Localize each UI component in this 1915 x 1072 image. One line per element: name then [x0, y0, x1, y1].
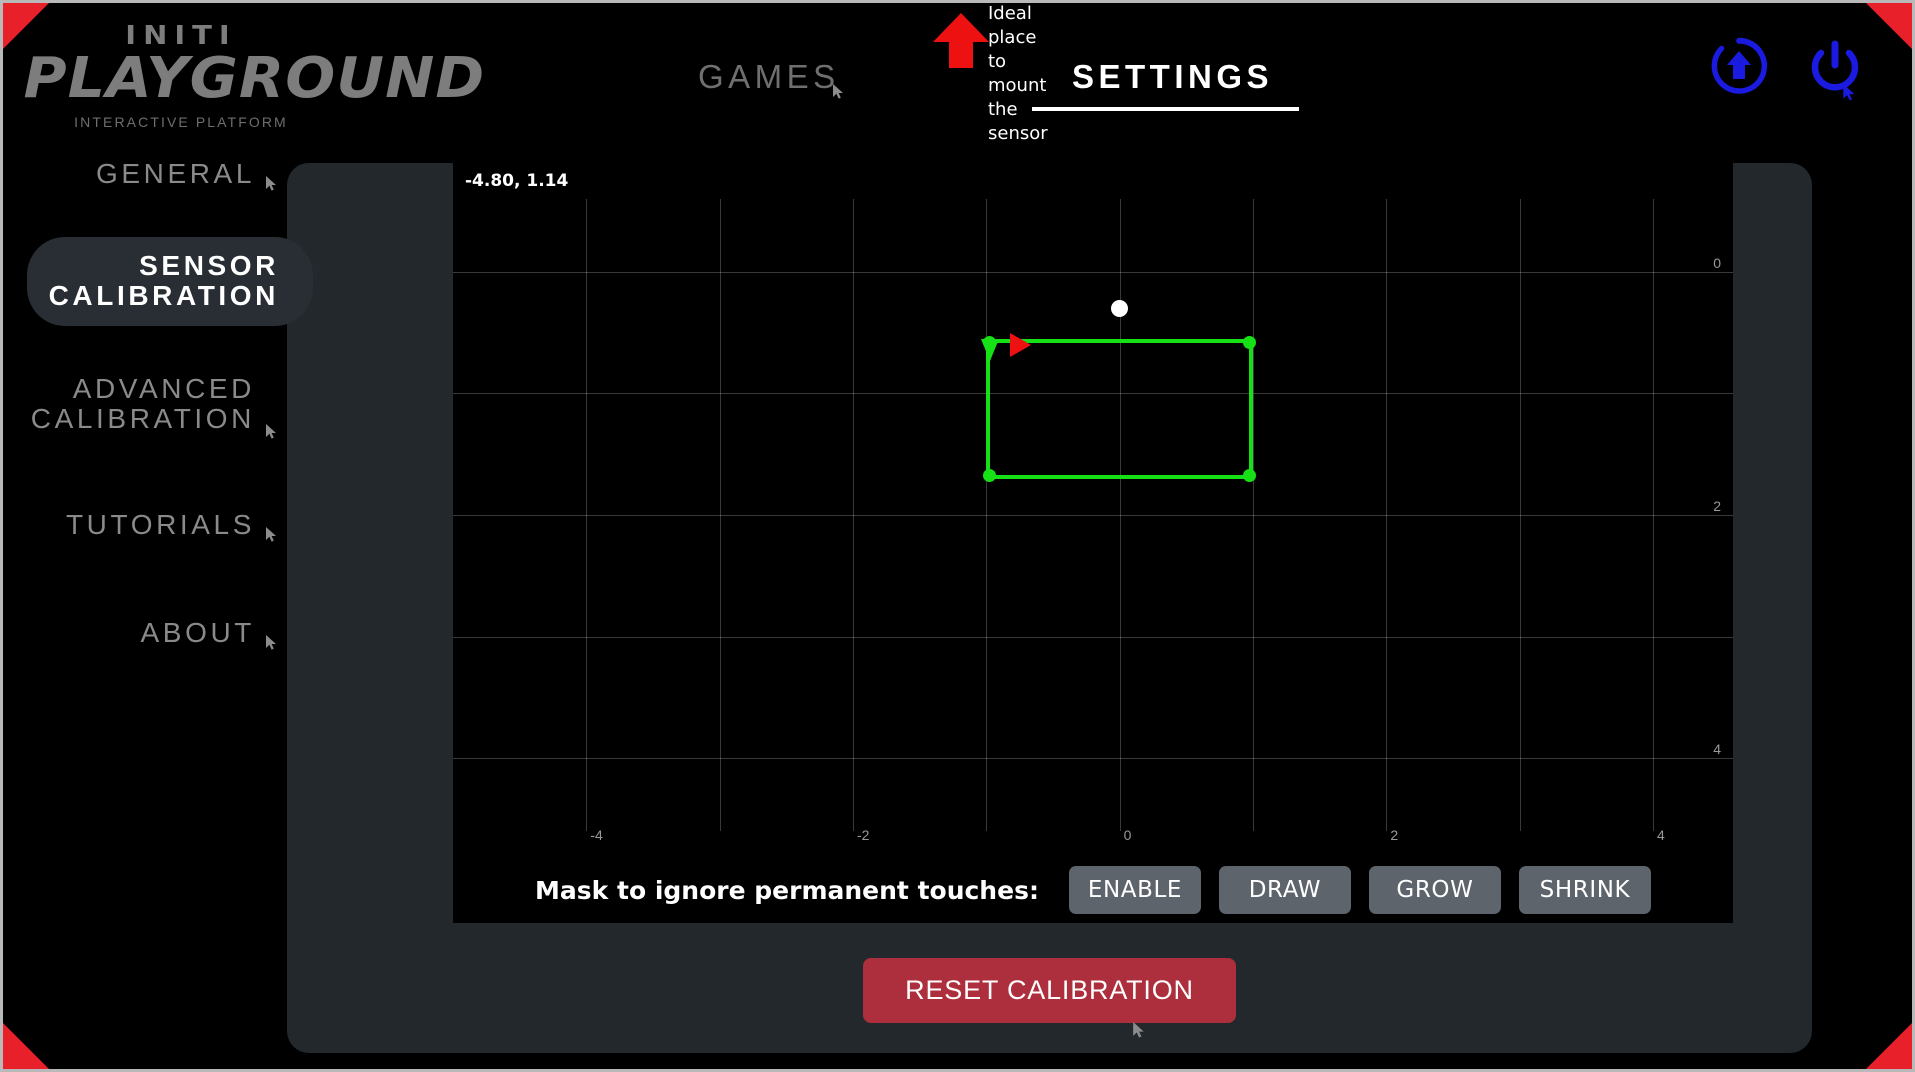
mask-shrink-button[interactable]: SHRINK: [1518, 866, 1651, 914]
cursor-pointer-about-icon: [266, 635, 276, 651]
sidebar-item-advanced-calibration[interactable]: ADVANCED CALIBRATION: [3, 360, 289, 448]
calibration-plot-card: -4.80, 1.14 Mask to ignore permanent tou…: [453, 163, 1733, 923]
y-axis-tick-label: 4: [1713, 741, 1721, 758]
x-axis-tick-label: -2: [857, 827, 870, 843]
header-icon-group: [1710, 37, 1864, 101]
x-axis-tick-label: 2: [1390, 827, 1399, 843]
app-window: INITI PLAYGROUND INTERACTIVE PLATFORM GA…: [0, 0, 1915, 1072]
settings-sidebar: GENERAL SENSOR CALIBRATION ADVANCED CALI…: [3, 153, 313, 663]
sidebar-item-tutorials[interactable]: TUTORIALS: [3, 496, 289, 554]
cursor-pointer-advanced-icon: [266, 423, 276, 439]
reset-button-row: RESET CALIBRATION: [287, 958, 1812, 1038]
cursor-pointer-general-icon: [266, 176, 276, 191]
update-icon[interactable]: [1710, 37, 1768, 95]
sidebar-item-about-label: ABOUT: [140, 617, 255, 649]
mount-sensor-text: Ideal place to mount the sensor: [988, 3, 1048, 144]
gridline-horizontal: [453, 515, 1733, 516]
tab-games[interactable]: GAMES: [698, 58, 840, 96]
calibration-grid[interactable]: [453, 199, 1733, 831]
mask-handle-bottom-left[interactable]: [983, 468, 997, 482]
coordinate-readout: -4.80, 1.14: [465, 171, 569, 191]
mask-handle-bottom-right[interactable]: [1242, 468, 1256, 482]
sidebar-item-general[interactable]: GENERAL: [3, 145, 289, 203]
sidebar-item-advanced-calibration-label: ADVANCED CALIBRATION: [30, 372, 255, 434]
x-axis-tick-label: -4: [590, 827, 603, 843]
reset-calibration-button[interactable]: RESET CALIBRATION: [863, 958, 1236, 1023]
cursor-pointer-tutorials-icon: [266, 527, 276, 542]
corner-accent-top-left: [3, 3, 49, 49]
gridline-horizontal: [453, 758, 1733, 760]
sidebar-item-general-label: GENERAL: [95, 158, 255, 189]
x-axis-tick-label: 0: [1123, 827, 1132, 843]
sidebar-item-tutorials-label: TUTORIALS: [65, 509, 255, 541]
sidebar-item-sensor-calibration-label: SENSOR CALIBRATION: [48, 250, 279, 312]
gridline-horizontal: [453, 271, 1733, 273]
y-axis-tick-label: 2: [1713, 498, 1721, 514]
direction-arrow-y-icon: [981, 338, 1000, 361]
direction-arrow-x-icon: [1010, 332, 1032, 357]
sidebar-item-about[interactable]: ABOUT: [3, 604, 289, 662]
mask-draw-button[interactable]: DRAW: [1218, 866, 1351, 914]
mask-toolbar: Mask to ignore permanent touches: ENABLE…: [453, 857, 1733, 923]
sensor-origin-dot: [1111, 299, 1129, 317]
corner-accent-top-right: [1866, 3, 1912, 49]
mask-handle-top-right[interactable]: [1242, 335, 1256, 349]
gridline-horizontal: [453, 636, 1733, 638]
mask-toolbar-label: Mask to ignore permanent touches:: [535, 875, 1039, 905]
corner-accent-bottom-left: [3, 1023, 49, 1069]
mask-rectangle[interactable]: [981, 332, 1256, 482]
x-axis-tick-label: 4: [1657, 827, 1665, 843]
sidebar-item-sensor-calibration[interactable]: SENSOR CALIBRATION: [27, 237, 313, 326]
mask-enable-button[interactable]: ENABLE: [1068, 866, 1201, 914]
tab-settings-active-underline: [1032, 107, 1299, 111]
mask-grow-button[interactable]: GROW: [1368, 866, 1501, 914]
power-icon[interactable]: [1806, 37, 1864, 95]
tab-settings[interactable]: SETTINGS: [1072, 58, 1273, 96]
mount-arrow-icon: [933, 13, 989, 68]
y-axis-tick-label: 0: [1713, 254, 1721, 271]
corner-accent-bottom-right: [1866, 1023, 1912, 1069]
